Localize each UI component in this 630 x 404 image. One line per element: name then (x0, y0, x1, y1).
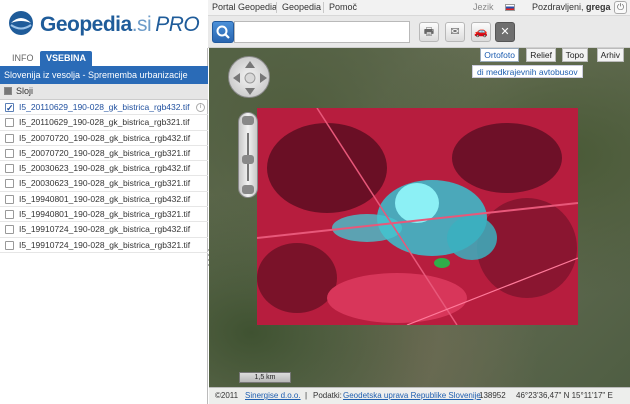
mail-button[interactable]: ✉ (445, 22, 465, 42)
base-tab-ortofoto[interactable]: Ortofoto (480, 48, 519, 62)
layer-list: I5_20110629_190-028_gk_bistrica_rgb432.t… (0, 100, 208, 253)
copyright: ©2011 (215, 391, 239, 400)
layer-name: I5_20110629_190-028_gk_bistrica_rgb321.t… (19, 117, 190, 128)
greeting: Pozdravljeni, grega (532, 2, 611, 12)
print-icon: 🖶 (423, 26, 435, 38)
layers-header[interactable]: Sloji (0, 84, 208, 100)
status-divider: | (305, 391, 308, 400)
status-bar: ©2011 Sinergise d.o.o. | Podatki: Geodet… (209, 387, 630, 404)
mail-icon: ✉ (450, 26, 460, 38)
layer-checkbox[interactable] (5, 179, 14, 189)
layer-item[interactable]: I5_19910724_190-028_gk_bistrica_rgb321.t… (0, 238, 208, 253)
layer-name: I5_19940801_190-028_gk_bistrica_rgb321.t… (19, 209, 191, 220)
map-view[interactable]: Ortofoto Relief Topo Arhiv di medkrajevn… (209, 48, 630, 404)
search-icon (216, 25, 230, 39)
toolbar: 🖶 ✉ 🚗 ✕ (208, 16, 630, 48)
layer-name: I5_20070720_190-028_gk_bistrica_rgb432.t… (19, 132, 191, 143)
layer-item[interactable]: I5_20110629_190-028_gk_bistrica_rgb321.t… (0, 115, 208, 131)
bus-layer-tooltip: di medkrajevnih avtobusov (472, 65, 583, 78)
portal-link[interactable]: Portal Geopedia (212, 2, 277, 12)
layer-info-icon[interactable]: i (196, 103, 205, 112)
tab-info[interactable]: INFO (6, 51, 40, 67)
layer-name: I5_20030623_190-028_gk_bistrica_rgb432.t… (19, 163, 191, 174)
help-link[interactable]: Pomoč (329, 2, 357, 12)
geopedia-link[interactable]: Geopedia (282, 2, 321, 12)
panel-tabs: INFO VSEBINA (0, 48, 208, 67)
layer-name: I5_19940801_190-028_gk_bistrica_rgb432.t… (19, 193, 191, 204)
pan-arrows-icon (233, 61, 267, 95)
layer-checkbox[interactable] (5, 148, 14, 158)
divider (323, 2, 324, 13)
layer-item[interactable]: I5_19910724_190-028_gk_bistrica_rgb432.t… (0, 222, 208, 238)
car-icon: 🚗 (474, 26, 488, 38)
layer-checkbox[interactable] (5, 118, 14, 128)
layer-item[interactable]: I5_19940801_190-028_gk_bistrica_rgb432.t… (0, 192, 208, 208)
layer-checkbox[interactable] (5, 164, 14, 174)
zoom-handle[interactable] (242, 155, 254, 164)
coordinates: 138952 (479, 391, 506, 400)
layer-checkbox[interactable] (5, 101, 14, 115)
search-button[interactable] (212, 21, 234, 43)
layer-name: I5_20030623_190-028_gk_bistrica_rgb321.t… (19, 178, 191, 189)
top-nav: Portal Geopedia Geopedia Pomoč Jezik Poz… (208, 0, 630, 16)
layer-item[interactable]: I5_19940801_190-028_gk_bistrica_rgb321.t… (0, 207, 208, 223)
base-tab-topo[interactable]: Topo (561, 48, 588, 62)
print-button[interactable]: 🖶 (419, 22, 439, 42)
logo[interactable]: Geopedia.si PRO (0, 0, 208, 48)
search-input[interactable] (234, 21, 410, 43)
gurs-link[interactable]: Geodetska uprava Republike Slovenije (343, 388, 481, 404)
layer-checkbox[interactable] (5, 210, 14, 220)
route-button[interactable]: 🚗 (471, 22, 491, 42)
layer-item[interactable]: I5_20070720_190-028_gk_bistrica_rgb321.t… (0, 146, 208, 162)
layer-item[interactable]: I5_20030623_190-028_gk_bistrica_rgb321.t… (0, 176, 208, 192)
slovenia-flag-icon[interactable] (505, 4, 515, 11)
logo-text: Geopedia.si PRO (40, 13, 200, 36)
sinergise-link[interactable]: Sinergise d.o.o. (245, 388, 301, 404)
scale-bar: 1,5 km (239, 372, 291, 383)
layer-name: I5_19910724_190-028_gk_bistrica_rgb432.t… (19, 224, 191, 235)
layer-name: I5_19910724_190-028_gk_bistrica_rgb321.t… (19, 239, 191, 250)
pan-control[interactable] (228, 56, 270, 98)
layer-name: I5_20110629_190-028_gk_bistrica_rgb432.t… (19, 102, 190, 112)
collapse-icon (4, 87, 12, 95)
layer-checkbox[interactable] (5, 194, 14, 204)
tab-vsebina[interactable]: VSEBINA (40, 51, 93, 67)
tools-icon: ✕ (500, 26, 510, 38)
base-tab-arhiv[interactable]: Arhiv (596, 48, 624, 62)
geopedia-logo-icon (9, 11, 33, 35)
divider (276, 2, 277, 13)
logout-power-icon[interactable]: ⏻ (614, 1, 627, 14)
layer-checkbox[interactable] (5, 225, 14, 235)
zoom-out-button[interactable] (242, 185, 254, 194)
language-label: Jezik (473, 2, 494, 12)
data-label: Podatki: (313, 391, 342, 400)
layer-checkbox[interactable] (5, 133, 14, 143)
tools-button[interactable]: ✕ (495, 22, 515, 42)
theme-title[interactable]: Slovenija iz vesolja - Sprememba urbaniz… (0, 67, 208, 84)
layer-name: I5_20070720_190-028_gk_bistrica_rgb321.t… (19, 147, 191, 158)
lat-lon: 46°23'36,47" N 15°11'17" E (516, 391, 613, 400)
satellite-raster-layer (257, 108, 578, 325)
zoom-in-button[interactable] (242, 116, 254, 125)
layer-item[interactable]: I5_20110629_190-028_gk_bistrica_rgb432.t… (0, 100, 208, 116)
username: grega (586, 2, 611, 12)
zoom-slider[interactable] (238, 112, 258, 198)
layer-checkbox[interactable] (5, 240, 14, 250)
content-panel: INFO VSEBINA Slovenija iz vesolja - Spre… (0, 48, 210, 404)
base-tab-relief[interactable]: Relief (526, 48, 556, 62)
layer-item[interactable]: I5_20030623_190-028_gk_bistrica_rgb432.t… (0, 161, 208, 177)
layer-item[interactable]: I5_20070720_190-028_gk_bistrica_rgb432.t… (0, 131, 208, 146)
